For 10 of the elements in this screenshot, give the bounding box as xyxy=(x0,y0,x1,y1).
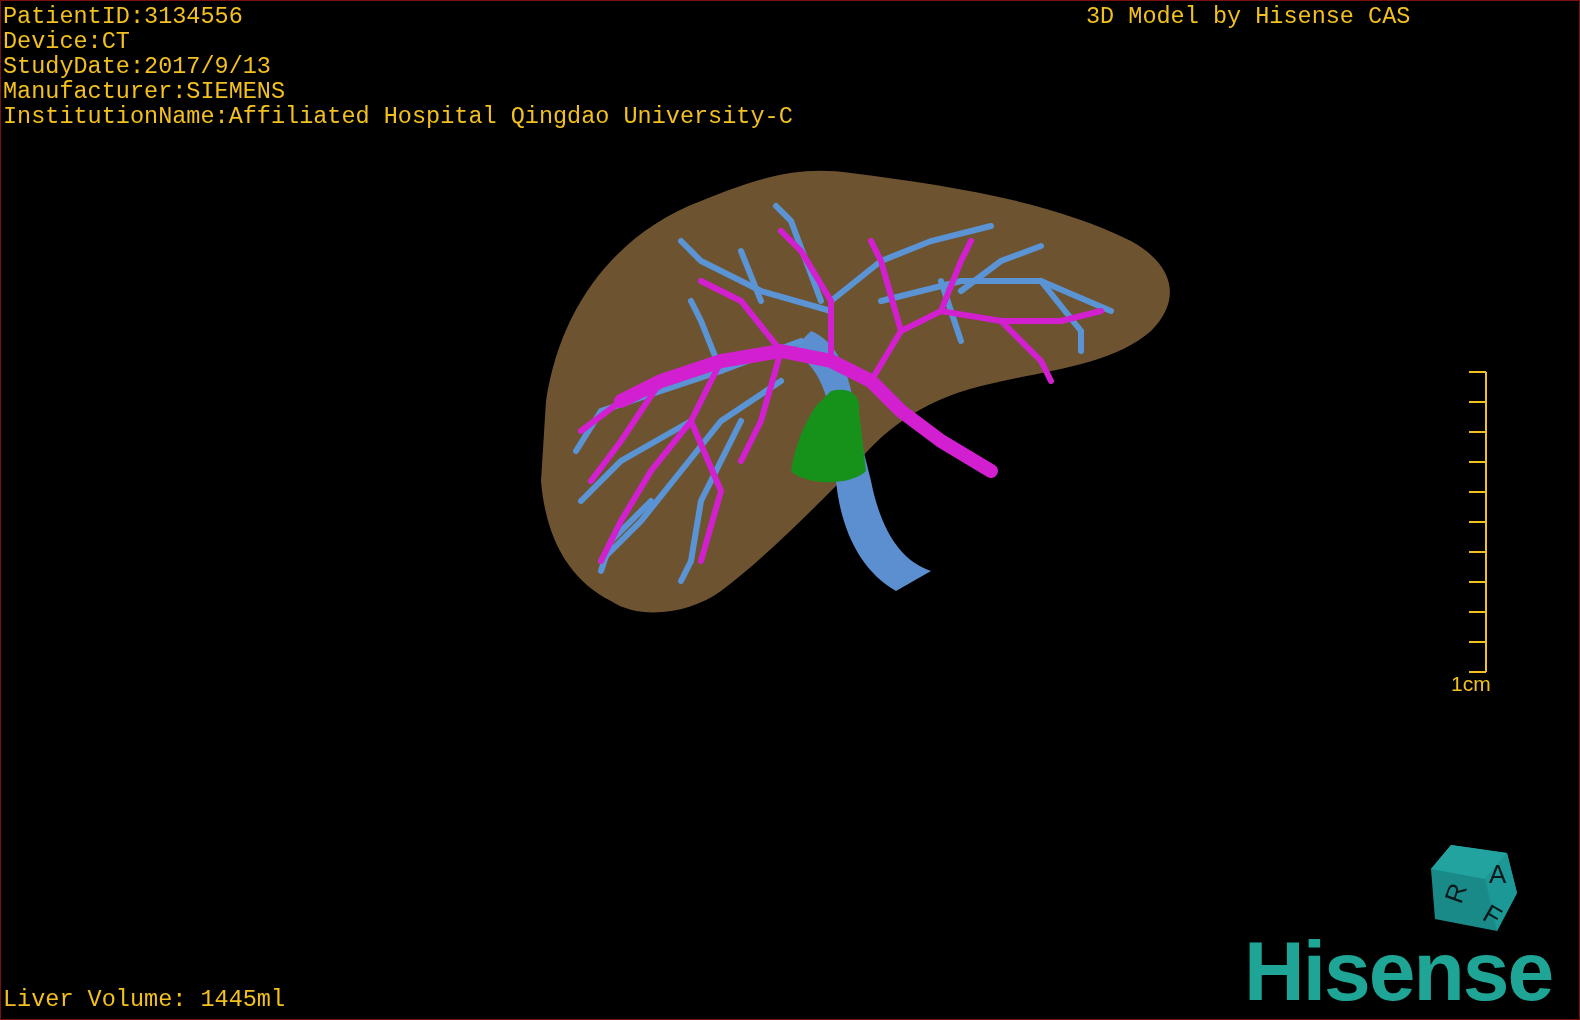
info-text: StudyDate:2017/9/13 xyxy=(3,54,271,79)
info-text: Manufacturer:SIEMENS xyxy=(3,79,286,104)
info-text: Device:CT xyxy=(3,29,130,54)
scale-label: 1cm xyxy=(1451,673,1491,695)
brand-logo: Hisense xyxy=(1244,926,1553,1016)
liver-volume-text: Liver Volume: 1445ml xyxy=(3,987,286,1012)
info-text: InstitutionName:Affiliated Hospital Qingdao University-C xyxy=(3,104,793,129)
3d-viewport[interactable]: PatientID:3134556 Device:CT StudyDate:2017/9/13 Manufacturer:SIEMENS InstitutionName:Affiliated Hospital Qingdao University-C 3D Model by Hisense CAS Liver Volume: 1445ml 1cm A R F Hisense xyxy=(0,0,1580,1020)
viewer-title: 3D Model by Hisense CAS xyxy=(1086,4,1411,29)
info-text: PatientID:3134556 xyxy=(3,4,243,29)
